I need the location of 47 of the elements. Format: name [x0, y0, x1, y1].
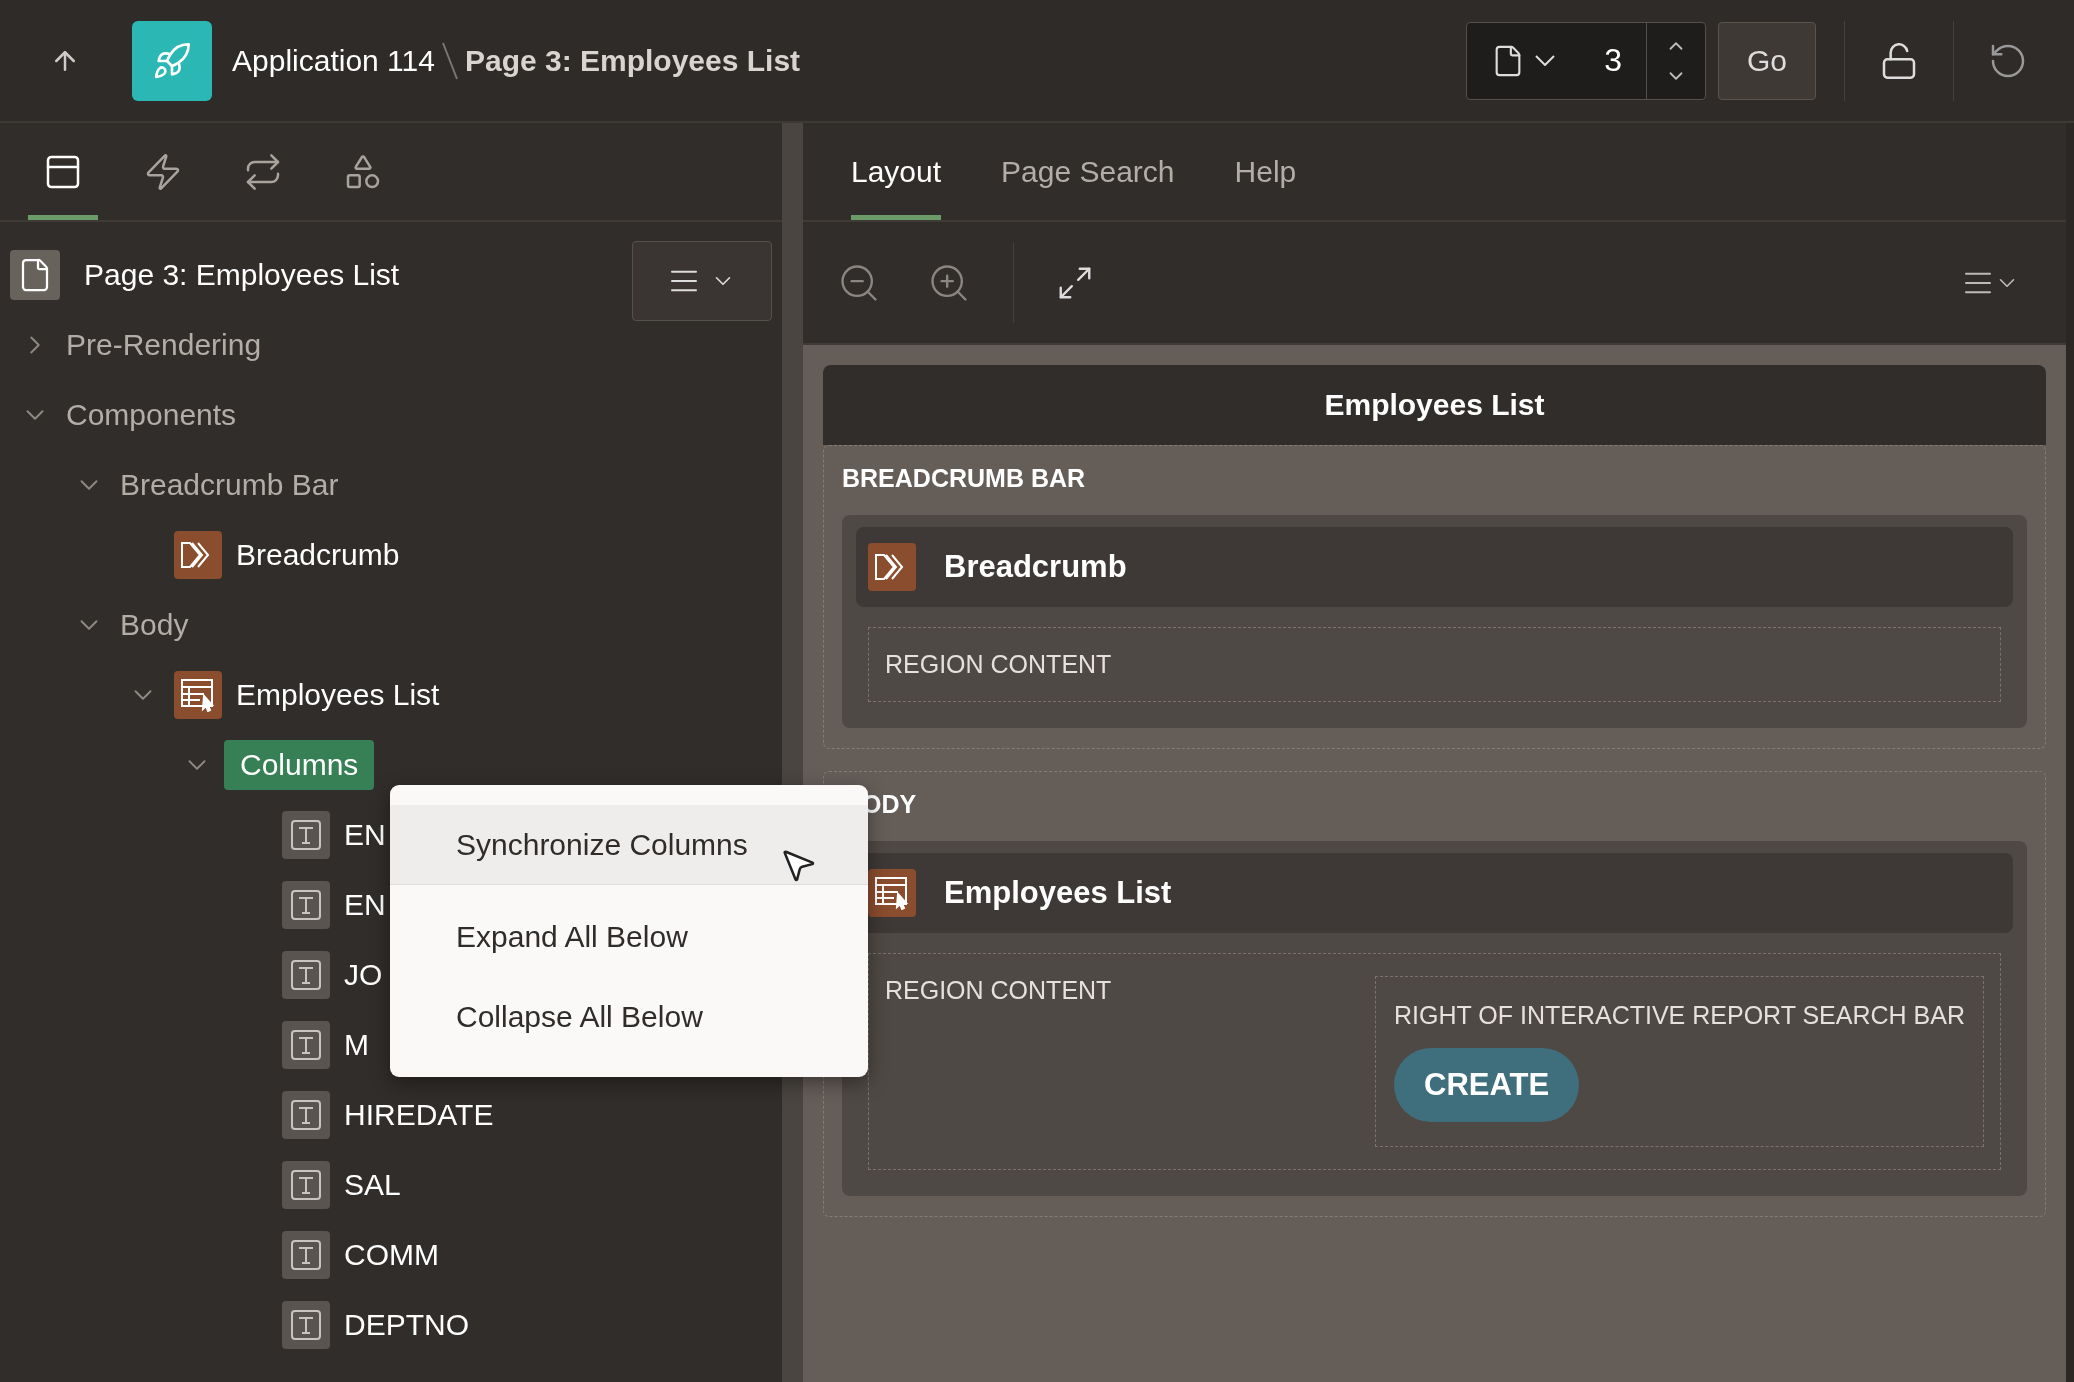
text-column-icon — [282, 881, 330, 929]
page-title-bar: Employees List — [823, 365, 2046, 445]
page-title: Page 3: Employees List — [464, 43, 801, 78]
go-button[interactable]: Go — [1718, 21, 1816, 100]
menu-item[interactable]: Expand All Below — [390, 897, 868, 977]
breadcrumb-icon — [868, 543, 916, 591]
tree-item[interactable]: EN — [344, 888, 386, 922]
tree-item[interactable]: COMM — [344, 1238, 439, 1272]
editor-tab[interactable]: Layout — [851, 123, 942, 220]
tree-item[interactable]: Breadcrumb Bar — [120, 468, 339, 502]
region-label: BREADCRUMB BAR — [842, 464, 1086, 493]
tree-item[interactable]: DEPTNO — [344, 1308, 469, 1342]
tree-item[interactable]: Employees List — [236, 678, 440, 712]
tree-item[interactable]: EN — [344, 818, 386, 852]
page-icon — [10, 250, 60, 300]
region-content-label: REGION CONTENT — [885, 650, 1112, 679]
text-column-icon — [282, 1161, 330, 1209]
tree-item[interactable]: JO — [344, 958, 383, 992]
tree-item[interactable]: Columns — [224, 740, 375, 790]
slot-label: RIGHT OF INTERACTIVE REPORT SEARCH BAR — [1394, 1001, 1965, 1030]
text-column-icon — [282, 1231, 330, 1279]
report-icon — [174, 671, 222, 719]
tree-root[interactable]: Page 3: Employees List — [84, 258, 400, 292]
editor-tab[interactable]: Help — [1234, 123, 1297, 220]
text-column-icon — [282, 811, 330, 859]
application-link[interactable]: Application 114 — [232, 43, 435, 78]
menu-item[interactable]: Synchronize Columns — [390, 805, 868, 885]
text-column-icon — [282, 1021, 330, 1069]
tree-item[interactable]: SAL — [344, 1168, 401, 1202]
tree-item[interactable]: Breadcrumb — [236, 538, 400, 572]
tree-item[interactable]: HIREDATE — [344, 1098, 494, 1132]
text-column-icon — [282, 1091, 330, 1139]
component-title: Breadcrumb — [944, 549, 1127, 585]
tree-item[interactable]: Components — [66, 398, 237, 432]
menu-item[interactable]: Collapse All Below — [390, 977, 868, 1057]
create-button[interactable]: CREATE — [1394, 1048, 1580, 1122]
text-column-icon — [282, 1301, 330, 1349]
region-content-label: REGION CONTENT — [885, 976, 1112, 1005]
tree-item[interactable]: Pre-Rendering — [66, 328, 262, 362]
text-column-icon — [282, 951, 330, 999]
editor-tab[interactable]: Page Search — [1001, 123, 1175, 220]
tree-item[interactable]: M — [344, 1028, 369, 1062]
breadcrumb-icon — [174, 531, 222, 579]
rocket-logo-icon[interactable] — [132, 20, 212, 101]
chevron-down-icon — [1535, 55, 1555, 66]
component-title: Employees List — [944, 875, 1172, 911]
tree-item[interactable]: Body — [120, 608, 189, 642]
